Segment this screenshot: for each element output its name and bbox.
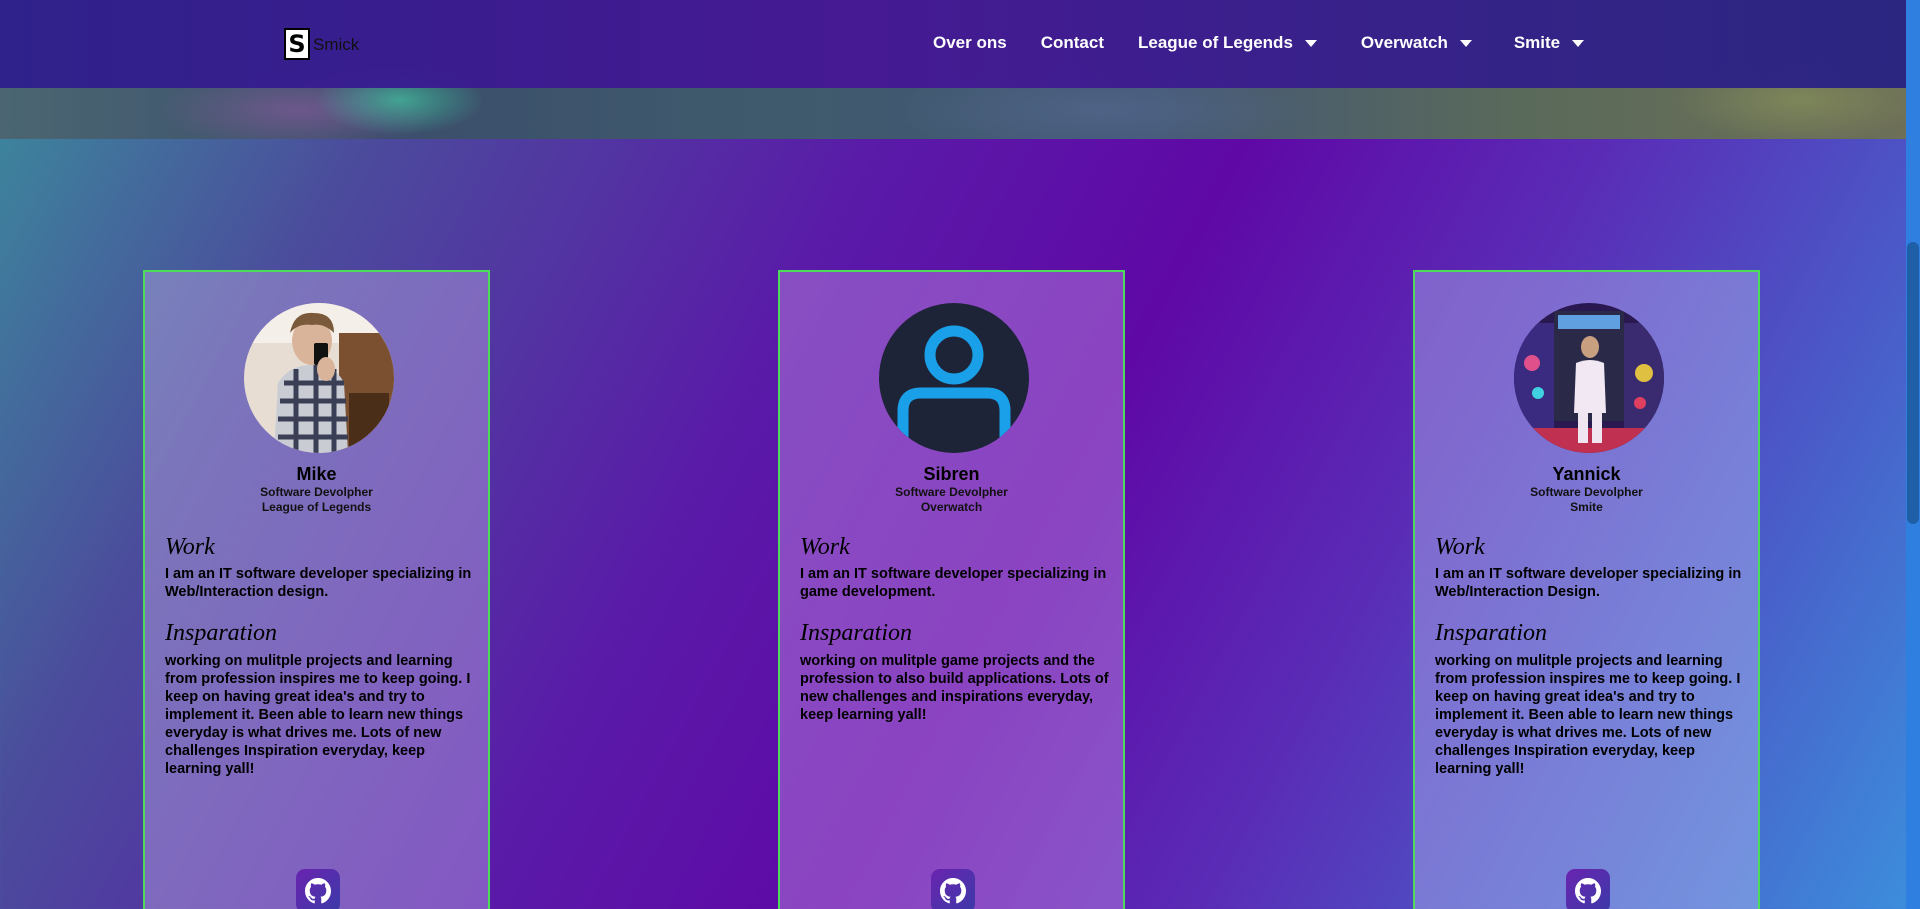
nav-link-label: Contact — [1040, 33, 1104, 52]
github-icon — [940, 878, 966, 904]
github-link-button[interactable] — [296, 869, 340, 909]
github-link-button[interactable] — [1566, 869, 1610, 909]
photo-avatar-icon — [1514, 303, 1664, 453]
inspiration-heading: Insparation — [1435, 620, 1548, 646]
page-scrollbar[interactable] — [1906, 0, 1920, 909]
inspiration-text: working on mulitple projects and learnin… — [165, 653, 471, 777]
inspiration-heading: Insparation — [165, 620, 278, 646]
member-role: Software Devolpher — [260, 485, 373, 499]
work-heading: Work — [800, 534, 850, 560]
work-heading: Work — [165, 534, 215, 560]
nav-link-label: Smite — [1513, 33, 1561, 52]
nav-link-label: Over ons — [933, 33, 1007, 52]
team-card-yannick: Yannick Software Devolpher Smite Work I … — [1413, 270, 1760, 909]
caret-down-icon — [1304, 39, 1317, 47]
nav-dropdown-league-of-legends[interactable]: League of Legends — [1138, 33, 1317, 53]
work-text: I am an IT software developer specializi… — [800, 566, 1107, 600]
work-text: I am an IT software developer specializi… — [1435, 566, 1742, 600]
nav-link-label: League of Legends — [1137, 33, 1293, 52]
github-icon — [305, 878, 331, 904]
caret-down-icon — [1459, 39, 1472, 47]
logo-text: Smick — [313, 35, 360, 54]
avatar — [879, 303, 1029, 453]
team-card-mike: Mike Software Devolpher League of Legend… — [143, 270, 490, 909]
avatar — [1514, 303, 1664, 453]
nav-menu: Over ons Contact League of Legends Overw… — [933, 33, 1585, 53]
nav-dropdown-overwatch[interactable]: Overwatch — [1361, 33, 1472, 53]
nav-dropdown-smite[interactable]: Smite — [1513, 33, 1585, 53]
member-game: Overwatch — [920, 500, 983, 514]
logo-mark-icon: S — [284, 28, 310, 60]
nav-link-contact[interactable]: Contact — [1041, 33, 1104, 53]
nav-link-label: Overwatch — [1360, 33, 1448, 52]
member-game: League of Legends — [261, 500, 372, 514]
inspiration-text: working on mulitple projects and learnin… — [1435, 653, 1741, 777]
member-game: Smite — [1570, 500, 1603, 514]
scrollbar-thumb[interactable] — [1907, 242, 1919, 524]
default-user-icon — [879, 303, 1029, 453]
site-logo[interactable]: S Smick — [284, 27, 359, 61]
member-name: Yannick — [1552, 464, 1621, 484]
member-role: Software Devolpher — [1530, 485, 1643, 499]
member-role: Software Devolpher — [895, 485, 1008, 499]
team-card-sibren: Sibren Software Devolpher Overwatch Work… — [778, 270, 1125, 909]
member-name: Sibren — [923, 464, 980, 484]
github-icon — [1575, 878, 1601, 904]
top-navbar: S Smick Over ons Contact League of Legen… — [0, 0, 1906, 88]
inspiration-heading: Insparation — [800, 620, 913, 646]
inspiration-text: working on mulitple game projects and th… — [800, 653, 1109, 723]
member-name: Mike — [296, 464, 337, 484]
photo-avatar-icon — [244, 303, 394, 453]
work-heading: Work — [1435, 534, 1485, 560]
nav-link-over-ons[interactable]: Over ons — [933, 33, 1007, 53]
github-link-button[interactable] — [931, 869, 975, 909]
caret-down-icon — [1572, 39, 1585, 47]
work-text: I am an IT software developer specializi… — [165, 566, 472, 600]
avatar — [244, 303, 394, 453]
